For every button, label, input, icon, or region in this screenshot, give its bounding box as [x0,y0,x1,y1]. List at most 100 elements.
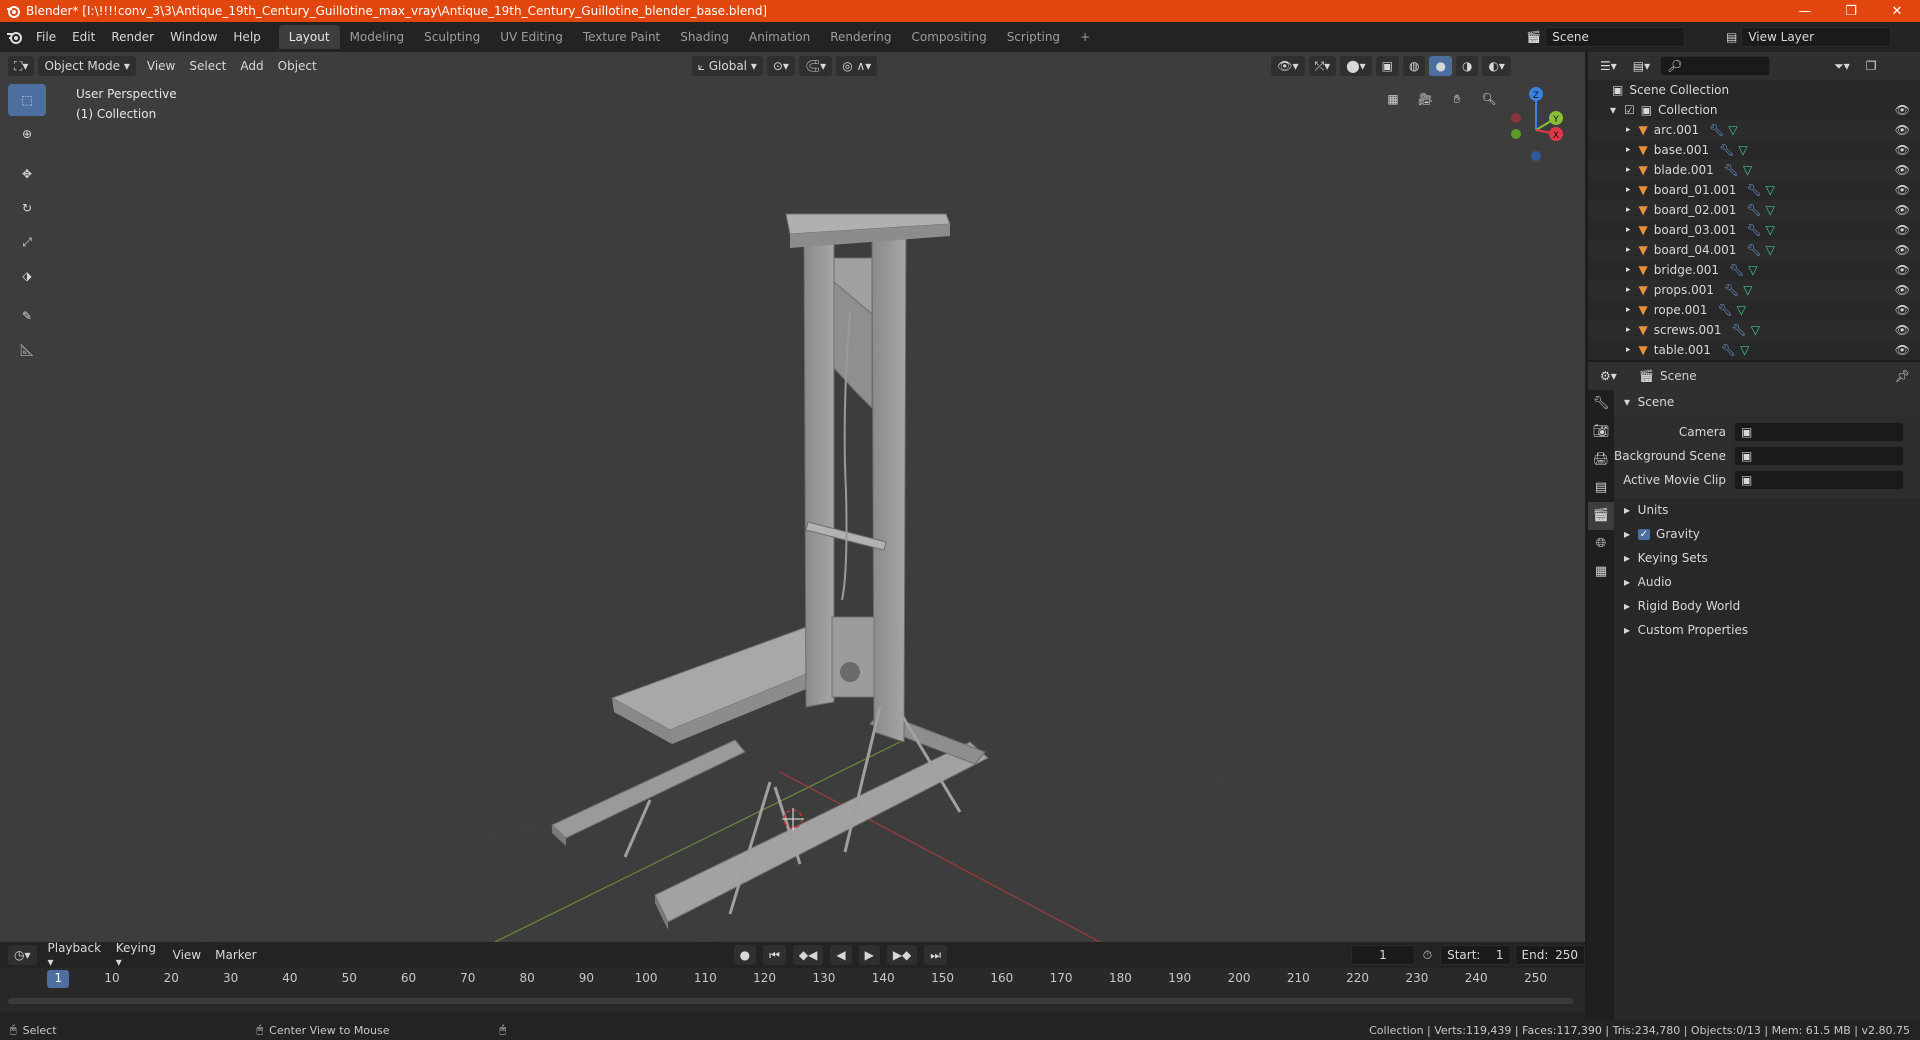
current-frame-field[interactable]: 1 [1351,945,1415,965]
outliner-object-row[interactable]: ▸ ▼ table.001 🔧︎ ▽ 👁︎ [1588,340,1920,360]
texture-tab-icon[interactable]: ▦ [1588,558,1614,586]
eye-icon[interactable]: 👁︎ [1895,143,1910,157]
viewport-menu-object[interactable]: Object [271,59,324,73]
scale-tool-icon[interactable]: ⤢ [8,226,46,258]
tab-uv-editing[interactable]: UV Editing [490,25,573,49]
navigation-gizmo[interactable]: Z Y X [1490,80,1570,170]
tab-animation[interactable]: Animation [739,25,820,49]
visibility-icon[interactable]: 👁︎▾ [1271,56,1305,76]
snap-icon[interactable]: 🧲︎▾ [798,56,833,76]
outliner-object-row[interactable]: ▸ ▼ screws.001 🔧︎ ▽ 👁︎ [1588,320,1920,340]
transform-orientation-dropdown[interactable]: ⟀ Global ▾ [691,56,763,76]
next-keyframe-icon[interactable]: ▶◆ [886,945,918,965]
outliner-object-row[interactable]: ▸ ▼ rope.001 🔧︎ ▽ 👁︎ [1588,300,1920,320]
outliner-object-row[interactable]: ▸ ▼ board_02.001 🔧︎ ▽ 👁︎ [1588,200,1920,220]
eye-icon[interactable]: 👁︎ [1895,243,1910,257]
timeline-editor-type-icon[interactable]: ◷▾ [8,945,37,965]
play-reverse-icon[interactable]: ◀ [830,945,852,965]
outliner-object-row[interactable]: ▸ ▼ blade.001 🔧︎ ▽ 👁︎ [1588,160,1920,180]
menu-file[interactable]: File [28,30,64,44]
camera-view-icon[interactable]: 🎥︎ [1412,86,1438,112]
viewport-menu-view[interactable]: View [140,59,182,73]
cursor-tool-icon[interactable]: ⊕ [8,118,46,150]
expand-arrow-icon[interactable]: ▸ [1626,245,1631,255]
properties-section-header[interactable]: ▸ Keying Sets [1614,546,1920,570]
timeline-menu-view[interactable]: View [166,948,208,962]
outliner-object-row[interactable]: ▸ ▼ bridge.001 🔧︎ ▽ 👁︎ [1588,260,1920,280]
outliner-object-row[interactable]: ▸ ▼ arc.001 🔧︎ ▽ 👁︎ [1588,120,1920,140]
properties-section-header[interactable]: ▸ Units [1614,498,1920,522]
end-frame-field[interactable]: End: 250 [1514,945,1585,965]
shading-solid-icon[interactable]: ● [1429,56,1452,76]
add-workspace-icon[interactable]: + [1070,25,1100,49]
prev-keyframe-icon[interactable]: ◆◀ [792,945,824,965]
eye-icon[interactable]: 👁︎ [1895,323,1910,337]
close-button[interactable]: ✕ [1874,0,1920,22]
object-mode-dropdown[interactable]: Object Mode ▾ [38,56,136,76]
outliner-scene-collection[interactable]: ▣ Scene Collection [1588,80,1920,100]
expand-arrow-icon[interactable]: ▸ [1626,305,1631,315]
expand-arrow-icon[interactable]: ▸ [1626,265,1631,275]
eye-icon[interactable]: 👁︎ [1895,103,1910,117]
eye-icon[interactable]: 👁︎ [1895,303,1910,317]
render-tab-icon[interactable]: 📷︎ [1588,418,1614,446]
proportional-edit-icon[interactable]: ◎ ∧▾ [836,56,878,76]
view-layer-tab-icon[interactable]: ▤ [1588,474,1614,502]
pan-view-icon[interactable]: ✋︎ [1444,86,1470,112]
expand-arrow-icon[interactable]: ▸ [1626,165,1631,175]
shading-rendered-icon[interactable]: ◐▾ [1482,56,1511,76]
timeline-menu-marker[interactable]: Marker [208,948,263,962]
property-value-field[interactable]: ▣ [1734,422,1904,442]
rotate-tool-icon[interactable]: ↻ [8,192,46,224]
eye-icon[interactable]: 👁︎ [1895,203,1910,217]
tab-modeling[interactable]: Modeling [340,25,415,49]
tab-layout[interactable]: Layout [278,25,340,49]
expand-arrow-icon[interactable]: ▸ [1626,345,1631,355]
menu-edit[interactable]: Edit [64,30,103,44]
expand-arrow-icon[interactable]: ▸ [1626,145,1631,155]
outliner-collection[interactable]: ▾ ☑ ▣ Collection 👁︎ [1588,100,1920,120]
tab-texture-paint[interactable]: Texture Paint [573,25,670,49]
output-tab-icon[interactable]: 🖨︎ [1588,446,1614,474]
menu-window[interactable]: Window [162,30,225,44]
eye-icon[interactable]: 👁︎ [1895,343,1910,357]
filter-icon[interactable]: ⏷▾ [1828,56,1856,76]
shading-material-icon[interactable]: ◑ [1455,56,1479,76]
view-layer-selector[interactable]: ▤ View Layer [1726,25,1892,49]
display-mode-icon[interactable]: ▤▾ [1626,56,1657,76]
tab-rendering[interactable]: Rendering [820,25,901,49]
viewport-menu-add[interactable]: Add [233,59,270,73]
properties-section-header[interactable]: ▸ Custom Properties [1614,618,1920,642]
timeline-menu-playback[interactable]: Playback ▾ [41,941,109,969]
preview-range-icon[interactable]: ⏱ [1423,948,1432,963]
timeline-menu-keying[interactable]: Keying ▾ [109,941,166,969]
view-layer-field[interactable]: View Layer [1741,27,1892,47]
maximize-button[interactable]: ❐ [1828,0,1874,22]
blender-menu-icon[interactable] [0,30,28,44]
timeline-scrollbar[interactable] [8,998,1573,1004]
properties-section-header[interactable]: ▸ ✓ Gravity [1614,522,1920,546]
start-frame-field[interactable]: Start: 1 [1440,945,1511,965]
tab-sculpting[interactable]: Sculpting [414,25,490,49]
timeline-track[interactable] [0,990,1585,1012]
new-collection-icon[interactable]: ❐ [1859,56,1883,76]
expand-arrow-icon[interactable]: ▸ [1626,225,1631,235]
editor-type-icon[interactable]: ⛶▾ [8,56,35,76]
measure-tool-icon[interactable]: 📐︎ [8,334,46,366]
properties-section-header[interactable]: ▸ Audio [1614,570,1920,594]
record-icon[interactable]: ● [733,945,757,965]
expand-arrow-icon[interactable]: ▸ [1626,125,1631,135]
tab-scripting[interactable]: Scripting [997,25,1070,49]
pin-icon[interactable]: 📌︎ [1895,369,1910,383]
scene-name-field[interactable]: Scene [1545,27,1686,47]
eye-icon[interactable]: 👁︎ [1895,283,1910,297]
eye-icon[interactable]: 👁︎ [1895,263,1910,277]
menu-help[interactable]: Help [225,30,268,44]
outliner-object-row[interactable]: ▸ ▼ board_04.001 🔧︎ ▽ 👁︎ [1588,240,1920,260]
scene-panel-header[interactable]: ▾ Scene [1614,390,1920,414]
minimize-button[interactable]: — [1782,0,1828,22]
menu-render[interactable]: Render [103,30,162,44]
outliner-object-row[interactable]: ▸ ▼ board_01.001 🔧︎ ▽ 👁︎ [1588,180,1920,200]
jump-start-icon[interactable]: ⏮ [763,945,786,965]
tool-tab-icon[interactable]: 🔧︎ [1588,390,1614,418]
